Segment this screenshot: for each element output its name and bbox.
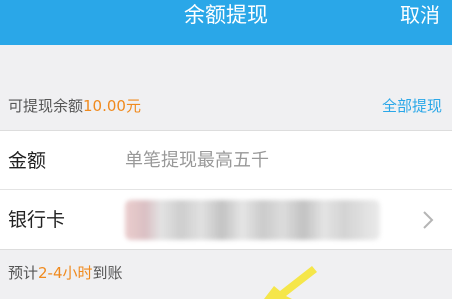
arrival-estimate: 预计2-4小时到账 (8, 262, 123, 283)
eta-prefix: 预计 (8, 264, 39, 282)
amount-row: 金额 (0, 130, 452, 190)
header-bar: 余额提现 取消 (0, 0, 452, 45)
arrow-pointer-icon (264, 266, 317, 299)
withdraw-all-button[interactable]: 全部提现 (382, 95, 442, 116)
amount-label: 金额 (8, 150, 47, 172)
balance-info: 可提现余额10.00元 (8, 95, 141, 116)
page-title: 余额提现 (184, 3, 268, 27)
chevron-right-icon (423, 211, 434, 229)
balance-amount: 10.00元 (83, 97, 141, 115)
bank-card-number-blurred (125, 200, 380, 240)
amount-input[interactable] (125, 143, 425, 177)
balance-row: 可提现余额10.00元 全部提现 (0, 91, 452, 125)
bank-card-row[interactable]: 银行卡 (0, 190, 452, 250)
eta-hours: 2-4小时 (38, 264, 93, 282)
balance-label: 可提现余额 (8, 97, 84, 115)
bank-card-label: 银行卡 (8, 209, 66, 231)
cancel-button[interactable]: 取消 (400, 0, 440, 30)
eta-suffix: 到账 (92, 264, 123, 282)
